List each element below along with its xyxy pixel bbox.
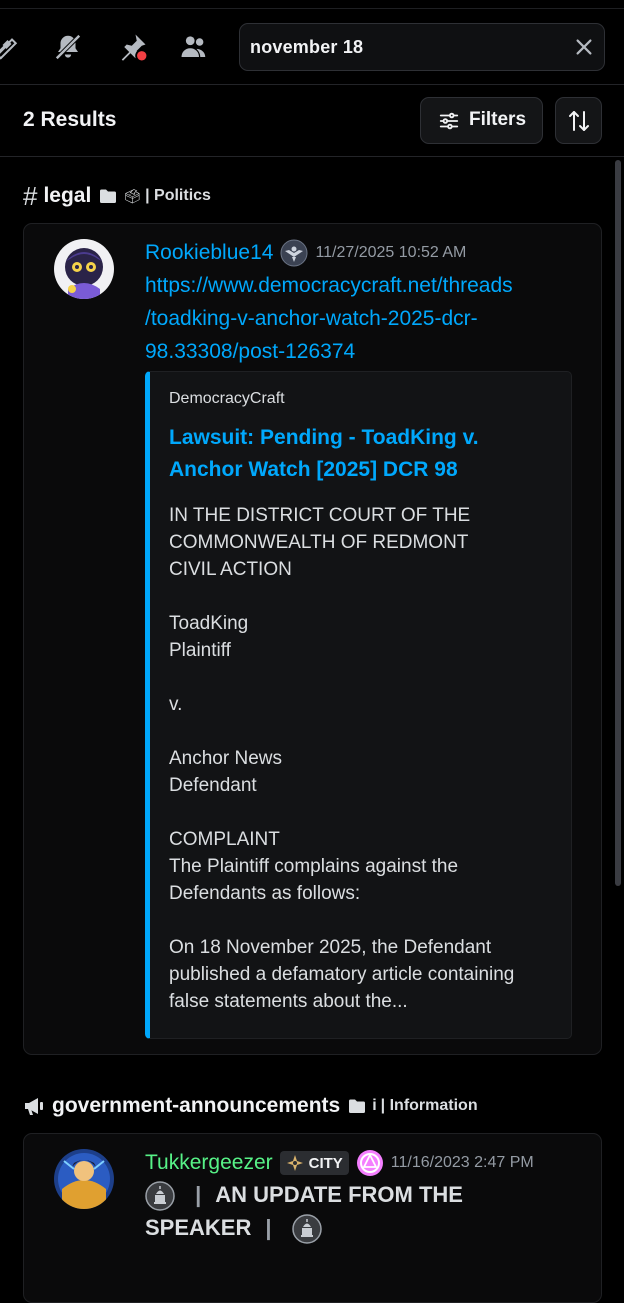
compass-icon (286, 1155, 303, 1171)
channel-name: government-announcements (52, 1094, 341, 1117)
clear-search-icon[interactable] (573, 36, 595, 58)
sort-icon (569, 111, 589, 131)
author-name[interactable]: Tukkergeezer (145, 1151, 273, 1175)
folder-icon (348, 1098, 366, 1114)
top-edge (0, 0, 624, 9)
search-result-message[interactable]: Rookieblue14 11/27/2025 10:52 AM https:/… (23, 223, 602, 1055)
server-tag-label: CITY (308, 1154, 343, 1172)
mute-bell-icon[interactable] (53, 32, 83, 62)
results-scrollbar[interactable] (615, 160, 621, 886)
announcement-heading: AN UPDATE FROM THE (215, 1182, 463, 1207)
info-icon: i (372, 1097, 377, 1114)
message-content: | AN UPDATE FROM THE SPEAKER | (145, 1178, 585, 1245)
link-embed: DemocracyCraft Lawsuit: Pending - ToadKi… (145, 371, 572, 1039)
avatar[interactable] (54, 239, 114, 299)
message-header: Rookieblue14 11/27/2025 10:52 AM (145, 239, 466, 267)
link-line: https://www.democracycraft.net/threads (145, 274, 513, 297)
announcement-heading-cont: SPEAKER (145, 1215, 252, 1241)
role-emblem-icon (356, 1149, 384, 1177)
members-icon[interactable] (179, 32, 209, 62)
results-count: 2 Results (23, 108, 117, 131)
category-name: | Politics (145, 187, 211, 204)
channel-name: legal (43, 184, 92, 207)
search-result-message[interactable]: Tukkergeezer CITY 11/16/2023 2:47 PM | AN… (23, 1133, 602, 1303)
folder-icon (99, 188, 117, 204)
embed-title[interactable]: Lawsuit: Pending - ToadKing v. Anchor Wa… (169, 422, 549, 486)
capitol-emoji-icon (145, 1181, 175, 1211)
message-link[interactable]: https://www.democracycraft.net/threads /… (145, 269, 585, 368)
sliders-icon (439, 112, 459, 130)
channel-header-legal[interactable]: # legal 🗳 | Politics (23, 180, 211, 211)
filters-button[interactable]: Filters (420, 97, 543, 144)
text-channel-icon: # (23, 180, 38, 211)
threads-icon[interactable] (0, 32, 22, 62)
search-input[interactable]: november 18 (239, 23, 605, 71)
toolbar-divider (0, 84, 624, 85)
filters-label: Filters (469, 109, 527, 130)
sort-button[interactable] (555, 97, 602, 144)
ballot-box-icon: 🗳 (123, 187, 142, 204)
channel-header-government-announcements[interactable]: government-announcements i | Information (23, 1092, 478, 1120)
announcement-channel-icon (23, 1096, 45, 1116)
category-name: | Information (380, 1097, 478, 1114)
message-header: Tukkergeezer CITY 11/16/2023 2:47 PM (145, 1149, 534, 1177)
author-name[interactable]: Rookieblue14 (145, 241, 273, 265)
toolbar: november 18 (0, 10, 624, 84)
pin-icon[interactable] (118, 32, 148, 62)
embed-description: IN THE DISTRICT COURT OF THE COMMONWEALT… (169, 505, 515, 1012)
link-line: /toadking-v-anchor-watch-2025-dcr- (145, 307, 478, 330)
server-tag-badge[interactable]: CITY (279, 1151, 349, 1175)
avatar[interactable] (54, 1149, 114, 1209)
capitol-emoji-icon (291, 1214, 322, 1245)
search-query: november 18 (250, 37, 364, 57)
timestamp: 11/16/2023 2:47 PM (390, 1154, 534, 1171)
embed-provider: DemocracyCraft (169, 390, 285, 407)
results-divider (0, 156, 624, 157)
timestamp: 11/27/2025 10:52 AM (315, 244, 467, 261)
role-emblem-icon (280, 239, 308, 267)
link-line: 98.33308/post-126374 (145, 340, 356, 363)
